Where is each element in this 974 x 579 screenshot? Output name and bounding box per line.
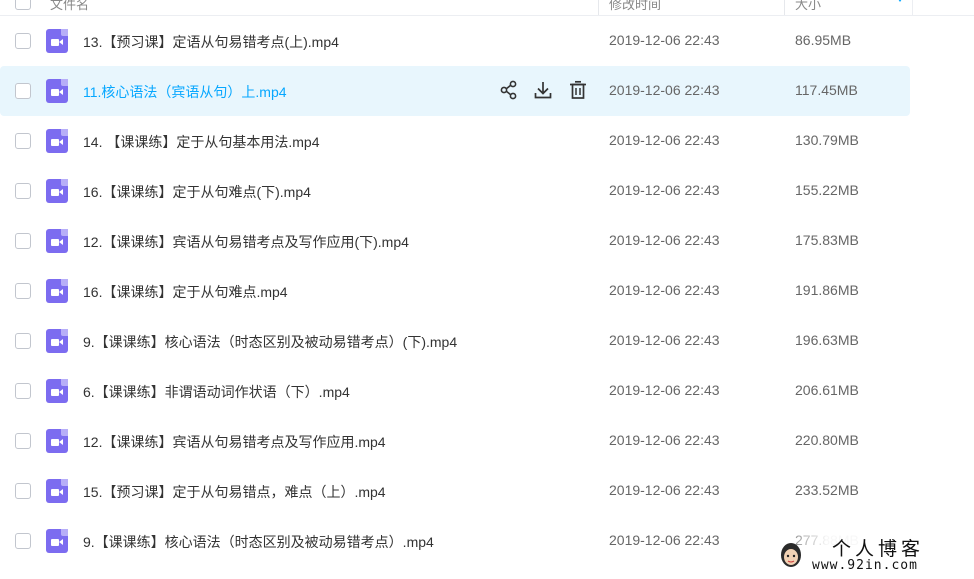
trash-icon[interactable] [567,79,589,103]
file-modified-time: 2019-12-06 22:43 [609,432,720,448]
file-name[interactable]: 14. 【课课练】定于从句基本用法.mp4 [83,132,319,152]
file-modified-time: 2019-12-06 22:43 [609,82,720,98]
file-size: 206.61MB [795,382,859,398]
file-name[interactable]: 16.【课课练】定于从句难点(下).mp4 [83,182,311,202]
file-modified-time: 2019-12-06 22:43 [609,482,720,498]
file-size: 155.22MB [795,182,859,198]
download-icon[interactable] [532,79,554,103]
file-name[interactable]: 9.【课课练】核心语法（时态区别及被动易错考点）.mp4 [83,532,434,552]
file-modified-time: 2019-12-06 22:43 [609,282,720,298]
row-checkbox[interactable] [15,333,31,349]
file-row[interactable]: 12.【课课练】宾语从句易错考点及写作应用.mp4 2019-12-06 22:… [0,416,910,466]
file-modified-time: 2019-12-06 22:43 [609,532,720,548]
watermark-title: 个人博客 [832,538,925,560]
row-checkbox[interactable] [15,183,31,199]
file-row[interactable]: 14. 【课课练】定于从句基本用法.mp4 2019-12-06 22:43 1… [0,116,910,166]
file-size: 233.52MB [795,482,859,498]
header-extra-cell [912,0,974,16]
file-size: 175.83MB [795,232,859,248]
file-name[interactable]: 16.【课课练】定于从句难点.mp4 [83,282,288,302]
file-row[interactable]: 9.【课课练】核心语法（时态区别及被动易错考点）(下).mp4 2019-12-… [0,316,910,366]
row-checkbox[interactable] [15,133,31,149]
column-header-name[interactable]: 文件名 [50,0,89,13]
file-size: 191.86MB [795,282,859,298]
column-separator [598,0,599,15]
file-modified-time: 2019-12-06 22:43 [609,232,720,248]
file-name[interactable]: 6.【课课练】非谓语动词作状语（下）.mp4 [83,382,350,402]
video-file-icon [46,479,68,503]
avatar-icon [781,543,801,567]
video-file-icon [46,179,68,203]
file-modified-time: 2019-12-06 22:43 [609,32,720,48]
file-row[interactable]: 16.【课课练】定于从句难点(下).mp4 2019-12-06 22:43 1… [0,166,910,216]
file-name[interactable]: 11.核心语法（宾语从句）上.mp4 [83,82,287,102]
file-modified-time: 2019-12-06 22:43 [609,382,720,398]
file-row[interactable]: 11.核心语法（宾语从句）上.mp4 2019-12-06 22:43 117.… [0,66,910,116]
file-size: 130.79MB [795,132,859,148]
column-header-size[interactable]: 大小 [795,0,821,13]
video-file-icon [46,229,68,253]
file-size: 196.63MB [795,332,859,348]
row-checkbox[interactable] [15,283,31,299]
file-modified-time: 2019-12-06 22:43 [609,332,720,348]
file-list-header: 文件名 修改时间 大小 [0,0,912,16]
blog-watermark: 个人博客 www.92in.com [778,533,974,579]
file-modified-time: 2019-12-06 22:43 [609,132,720,148]
video-file-icon [46,429,68,453]
file-row[interactable]: 9.【课课练】核心语法（时态区别及被动易错考点）.mp4 2019-12-06 … [0,516,910,566]
file-name[interactable]: 12.【课课练】宾语从句易错考点及写作应用(下).mp4 [83,232,409,252]
file-row[interactable]: 6.【课课练】非谓语动词作状语（下）.mp4 2019-12-06 22:43 … [0,366,910,416]
column-header-modified[interactable]: 修改时间 [609,0,661,13]
video-file-icon [46,379,68,403]
video-file-icon [46,79,68,103]
video-file-icon [46,279,68,303]
file-row[interactable]: 15.【预习课】定于从句易错点，难点（上）.mp4 2019-12-06 22:… [0,466,910,516]
video-file-icon [46,29,68,53]
column-separator [784,0,785,15]
file-name[interactable]: 13.【预习课】定语从句易错考点(上).mp4 [83,32,339,52]
video-file-icon [46,329,68,353]
video-file-icon [46,129,68,153]
row-checkbox[interactable] [15,383,31,399]
row-checkbox[interactable] [15,483,31,499]
select-all-checkbox[interactable] [15,0,31,10]
file-row[interactable]: 13.【预习课】定语从句易错考点(上).mp4 2019-12-06 22:43… [0,16,910,66]
file-row[interactable]: 12.【课课练】宾语从句易错考点及写作应用(下).mp4 2019-12-06 … [0,216,910,266]
file-modified-time: 2019-12-06 22:43 [609,182,720,198]
file-size: 117.45MB [795,82,858,98]
row-checkbox[interactable] [15,433,31,449]
row-checkbox[interactable] [15,33,31,49]
video-file-icon [46,529,68,553]
sort-arrow-icon[interactable] [896,0,904,2]
file-size: 220.80MB [795,432,859,448]
file-list: 13.【预习课】定语从句易错考点(上).mp4 2019-12-06 22:43… [0,16,912,566]
row-checkbox[interactable] [15,83,31,99]
watermark-url: www.92in.com [812,558,918,573]
share-icon[interactable] [498,79,520,103]
row-checkbox[interactable] [15,233,31,249]
file-row[interactable]: 16.【课课练】定于从句难点.mp4 2019-12-06 22:43 191.… [0,266,910,316]
file-name[interactable]: 9.【课课练】核心语法（时态区别及被动易错考点）(下).mp4 [83,332,457,352]
row-checkbox[interactable] [15,533,31,549]
file-name[interactable]: 15.【预习课】定于从句易错点，难点（上）.mp4 [83,482,386,502]
file-name[interactable]: 12.【课课练】宾语从句易错考点及写作应用.mp4 [83,432,386,452]
file-size: 86.95MB [795,32,852,48]
